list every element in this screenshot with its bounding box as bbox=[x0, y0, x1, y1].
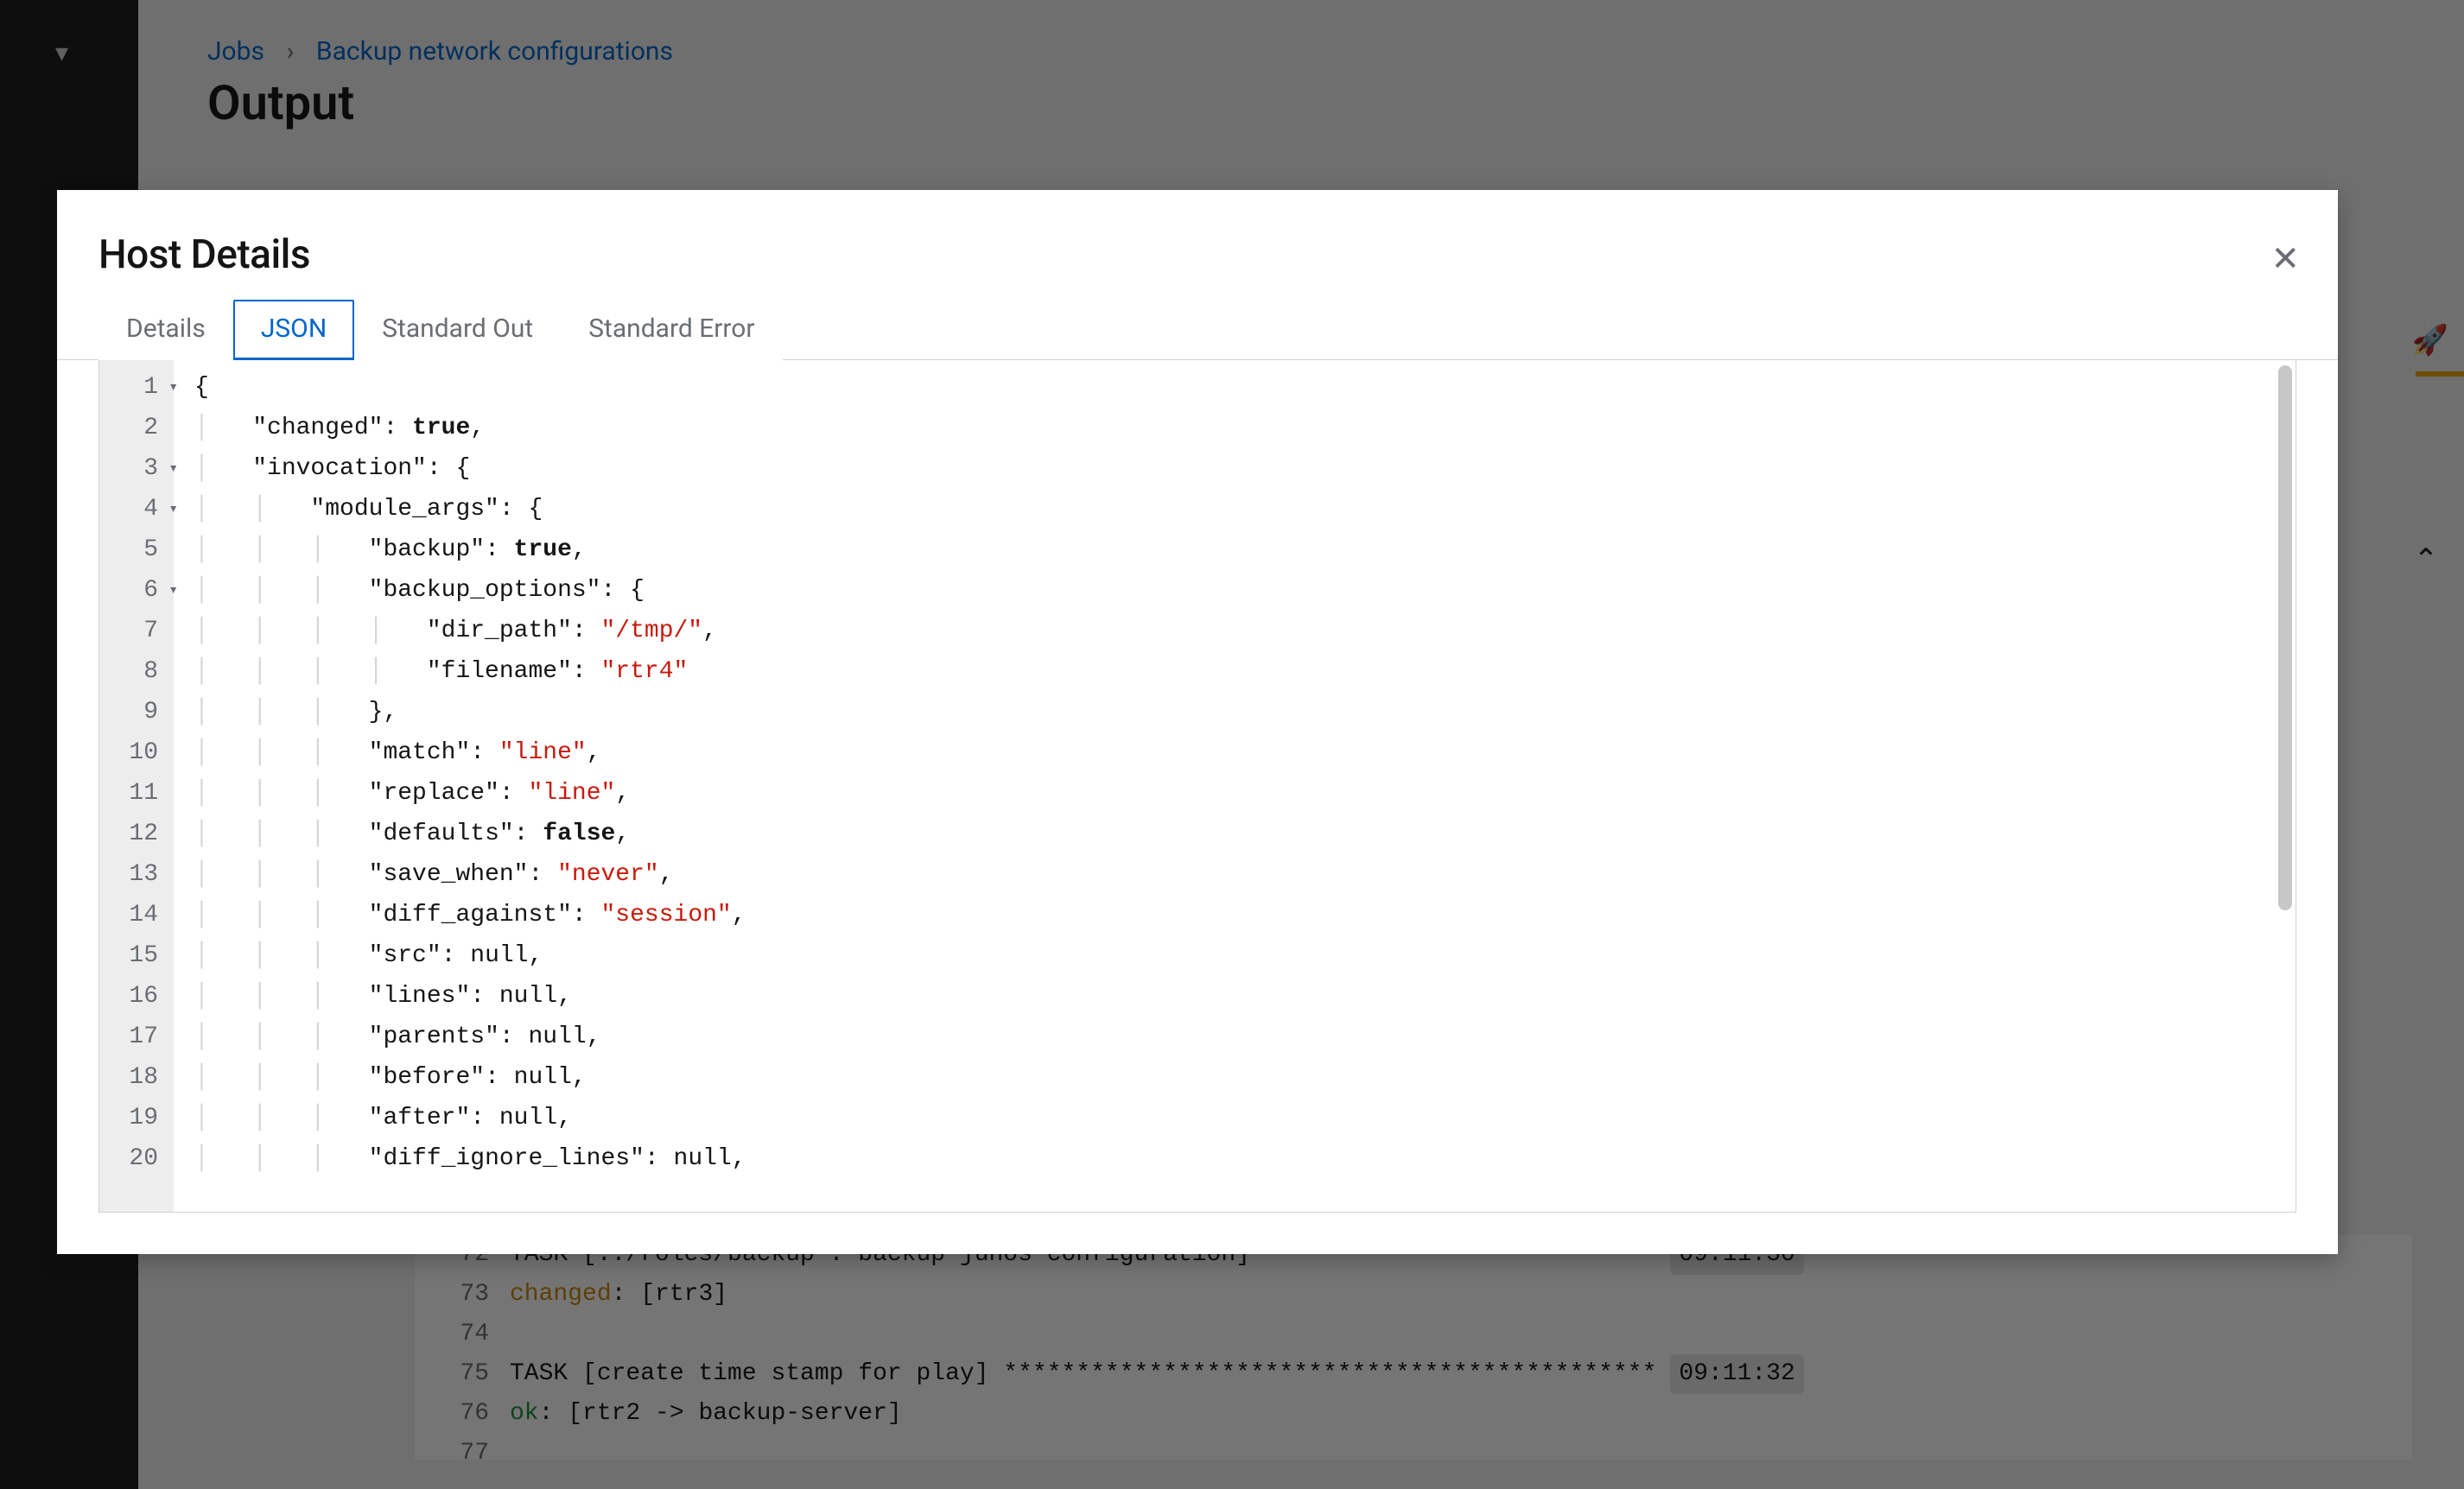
tab-json[interactable]: JSON bbox=[233, 300, 354, 360]
code-line: │ │ │ "defaults": false, bbox=[194, 814, 2289, 854]
code-line: │ │ │ "backup_options": { bbox=[194, 570, 2289, 611]
line-number[interactable]: 1 bbox=[99, 367, 165, 408]
code-line: │ │ │ "src": null, bbox=[194, 935, 2289, 976]
line-number: 9 bbox=[99, 692, 165, 732]
line-number: 8 bbox=[99, 651, 165, 692]
code-line: │ │ │ "before": null, bbox=[194, 1057, 2289, 1098]
line-number: 15 bbox=[99, 935, 165, 976]
modal-header: Host Details ✕ bbox=[57, 190, 2338, 292]
code-line: │ │ │ "lines": null, bbox=[194, 976, 2289, 1017]
line-number: 19 bbox=[99, 1098, 165, 1138]
line-number[interactable]: 4 bbox=[99, 489, 165, 529]
code-line: │ │ │ "parents": null, bbox=[194, 1017, 2289, 1057]
line-number: 5 bbox=[99, 529, 165, 570]
tab-details[interactable]: Details bbox=[98, 300, 233, 360]
code-line: │ │ │ "diff_ignore_lines": null, bbox=[194, 1138, 2289, 1179]
line-number: 18 bbox=[99, 1057, 165, 1098]
host-details-modal: Host Details ✕ Details JSON Standard Out… bbox=[57, 190, 2338, 1254]
line-number[interactable]: 3 bbox=[99, 448, 165, 489]
line-number: 12 bbox=[99, 814, 165, 854]
line-number: 11 bbox=[99, 773, 165, 814]
close-icon[interactable]: ✕ bbox=[2270, 242, 2300, 276]
code-line: │ │ │ }, bbox=[194, 692, 2289, 732]
code-line: │ "changed": true, bbox=[194, 408, 2289, 448]
line-number: 10 bbox=[99, 732, 165, 773]
code-line: { bbox=[194, 367, 2289, 408]
code-line: │ │ │ "after": null, bbox=[194, 1098, 2289, 1138]
code-line: │ │ │ "match": "line", bbox=[194, 732, 2289, 773]
json-viewer: 1234567891011121314151617181920 {│ "chan… bbox=[98, 360, 2296, 1213]
code-line: │ │ │ │ "dir_path": "/tmp/", bbox=[194, 611, 2289, 651]
line-number[interactable]: 6 bbox=[99, 570, 165, 611]
modal-tabs: Details JSON Standard Out Standard Error bbox=[57, 292, 2338, 360]
line-number: 2 bbox=[99, 408, 165, 448]
code-line: │ "invocation": { bbox=[194, 448, 2289, 489]
line-number-gutter: 1234567891011121314151617181920 bbox=[99, 360, 174, 1212]
line-number: 14 bbox=[99, 895, 165, 935]
code-line: │ │ │ │ "filename": "rtr4" bbox=[194, 651, 2289, 692]
tab-standard-out[interactable]: Standard Out bbox=[354, 300, 561, 360]
code-line: │ │ │ "backup": true, bbox=[194, 529, 2289, 570]
line-number: 20 bbox=[99, 1138, 165, 1179]
code-line: │ │ │ "save_when": "never", bbox=[194, 854, 2289, 895]
line-number: 7 bbox=[99, 611, 165, 651]
modal-title: Host Details bbox=[98, 231, 2296, 278]
line-number: 16 bbox=[99, 976, 165, 1017]
line-number: 17 bbox=[99, 1017, 165, 1057]
code-line: │ │ │ "diff_against": "session", bbox=[194, 895, 2289, 935]
line-number: 13 bbox=[99, 854, 165, 895]
json-code-content[interactable]: {│ "changed": true,│ "invocation": {│ │ … bbox=[174, 360, 2296, 1212]
tab-standard-error[interactable]: Standard Error bbox=[561, 300, 782, 360]
code-line: │ │ │ "replace": "line", bbox=[194, 773, 2289, 814]
code-line: │ │ "module_args": { bbox=[194, 489, 2289, 529]
scrollbar[interactable] bbox=[2278, 365, 2292, 910]
